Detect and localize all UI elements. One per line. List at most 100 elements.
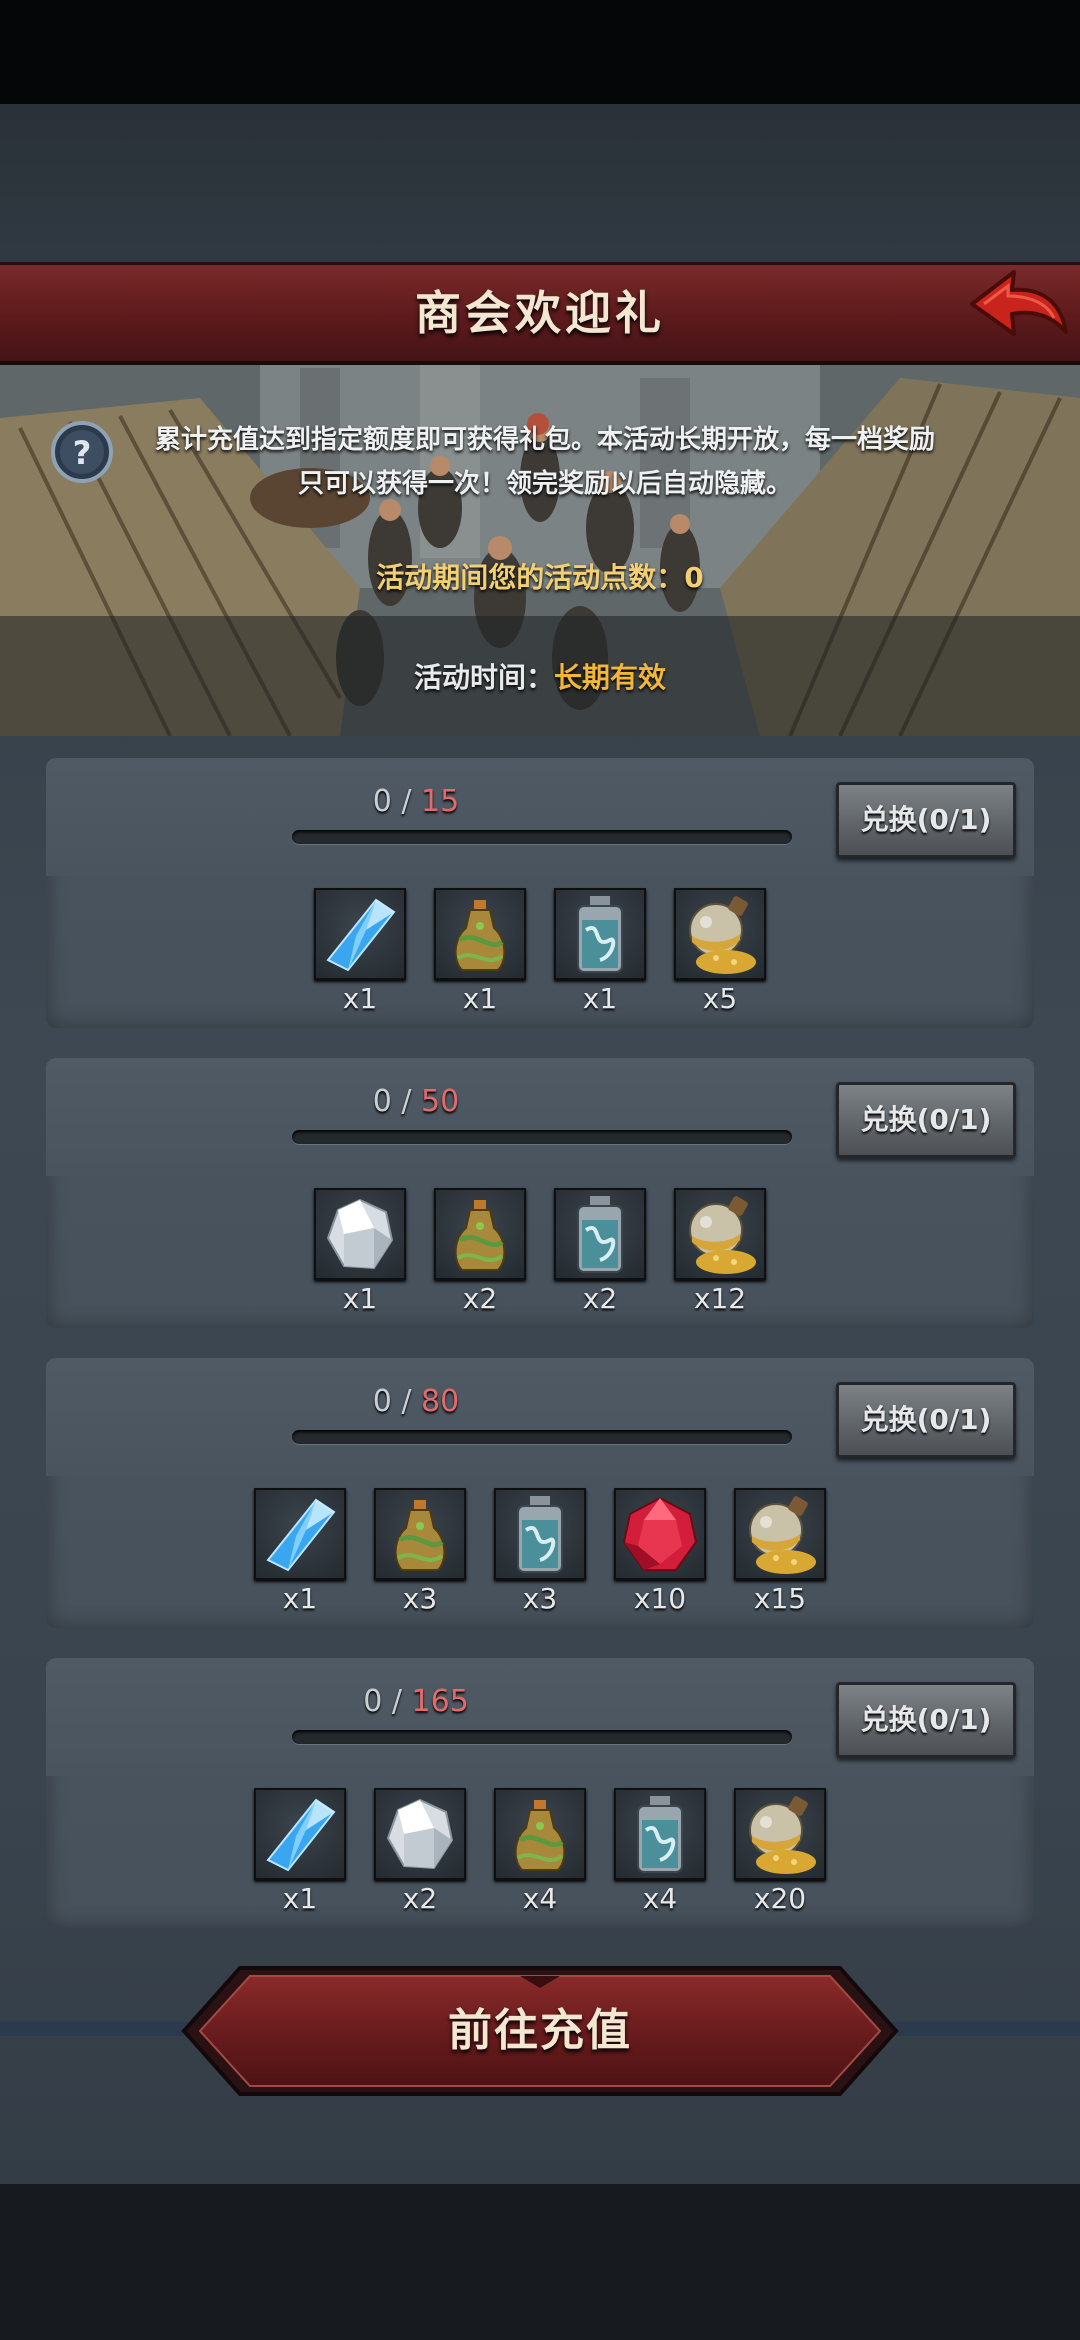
reward-item[interactable]: x5	[674, 888, 766, 1018]
reward-item-quantity: x1	[342, 982, 378, 1015]
tier-progress-text: 0 / 165	[246, 1684, 586, 1719]
top-bar	[0, 0, 1080, 104]
period-label: 活动时间：	[413, 661, 554, 694]
tier-goal-points: 50	[421, 1084, 460, 1119]
svg-text:?: ?	[73, 434, 92, 472]
tier-separator: /	[401, 1384, 412, 1419]
reward-item-quantity: x1	[342, 1282, 378, 1315]
tier-current-points: 0	[372, 1384, 392, 1419]
tier-progress-text: 0 / 50	[246, 1084, 586, 1119]
tier-goal-points: 80	[421, 1384, 460, 1419]
back-button[interactable]	[968, 266, 1068, 346]
silver-flask-icon	[554, 888, 646, 980]
gold-powder-flask-icon	[734, 1788, 826, 1880]
exchange-button[interactable]: 兑换(0/1)	[836, 1382, 1016, 1458]
herb-bottle-icon	[494, 1788, 586, 1880]
reward-item-quantity: x10	[633, 1582, 687, 1615]
reward-item-quantity: x20	[753, 1882, 807, 1915]
silver-flask-icon	[554, 1188, 646, 1280]
gold-powder-flask-icon	[674, 888, 766, 980]
reward-item[interactable]: x1	[254, 1488, 346, 1618]
reward-item-quantity: x5	[702, 982, 738, 1015]
bottom-bar	[0, 2184, 1080, 2340]
points-value: 0	[684, 561, 704, 594]
reward-item-quantity: x3	[402, 1582, 438, 1615]
period-value: 长期有效	[554, 661, 667, 694]
reward-item-quantity: x4	[522, 1882, 558, 1915]
tier-progress-bar	[292, 830, 792, 844]
reward-item[interactable]: x20	[734, 1788, 826, 1918]
reward-item[interactable]: x4	[494, 1788, 586, 1918]
tier-current-points: 0	[363, 1684, 383, 1719]
white-crystal-icon	[374, 1788, 466, 1880]
reward-item-quantity: x3	[522, 1582, 558, 1615]
recharge-button[interactable]	[180, 1962, 900, 2100]
reward-item[interactable]: x1	[314, 888, 406, 1018]
help-icon[interactable]: ?	[50, 420, 114, 484]
red-gem-icon	[614, 1488, 706, 1580]
points-label: 活动期间您的活动点数：	[376, 561, 685, 594]
exchange-button[interactable]: 兑换(0/1)	[836, 1082, 1016, 1158]
silver-flask-icon	[614, 1788, 706, 1880]
white-crystal-icon	[314, 1188, 406, 1280]
back-arrow-icon	[970, 270, 1068, 336]
tier-separator: /	[391, 1684, 402, 1719]
description-line-2: 只可以获得一次！领完奖励以后自动隐藏。	[297, 469, 792, 499]
reward-item[interactable]: x2	[554, 1188, 646, 1318]
reward-item[interactable]: x2	[374, 1788, 466, 1918]
tier-reward-items: x1 x3 x3 x10 x15	[46, 1488, 1034, 1618]
reward-item-quantity: x2	[462, 1282, 498, 1315]
gold-powder-flask-icon	[674, 1188, 766, 1280]
reward-tier: 0 / 80 兑换(0/1) x1 x3 x3 x10 x15	[46, 1358, 1034, 1628]
reward-item-quantity: x2	[402, 1882, 438, 1915]
reward-item[interactable]: x10	[614, 1488, 706, 1618]
herb-bottle-icon	[374, 1488, 466, 1580]
tier-progress-text: 0 / 15	[246, 784, 586, 819]
reward-item[interactable]: x1	[434, 888, 526, 1018]
reward-item[interactable]: x1	[254, 1788, 346, 1918]
reward-item[interactable]: x2	[434, 1188, 526, 1318]
tier-separator: /	[401, 784, 412, 819]
title-banner: 商会欢迎礼	[0, 262, 1080, 365]
reward-item[interactable]: x1	[554, 888, 646, 1018]
tier-reward-items: x1 x2 x2 x12	[46, 1188, 1034, 1318]
event-description: 累计充值达到指定额度即可获得礼包。本活动长期开放，每一档奖励 只可以获得一次！领…	[120, 418, 970, 506]
reward-item-quantity: x1	[582, 982, 618, 1015]
reward-item-quantity: x1	[282, 1582, 318, 1615]
reward-item[interactable]: x3	[494, 1488, 586, 1618]
blue-crystal-icon	[314, 888, 406, 980]
reward-item[interactable]: x15	[734, 1488, 826, 1618]
exchange-button[interactable]: 兑换(0/1)	[836, 1682, 1016, 1758]
blue-crystal-icon	[254, 1488, 346, 1580]
reward-tier: 0 / 50 兑换(0/1) x1 x2 x2 x12	[46, 1058, 1034, 1328]
tier-current-points: 0	[372, 1084, 392, 1119]
reward-item-quantity: x1	[282, 1882, 318, 1915]
reward-item[interactable]: x1	[314, 1188, 406, 1318]
reward-tier: 0 / 165 兑换(0/1) x1 x2 x4 x4 x20	[46, 1658, 1034, 1928]
tier-separator: /	[401, 1084, 412, 1119]
reward-item[interactable]: x4	[614, 1788, 706, 1918]
exchange-button[interactable]: 兑换(0/1)	[836, 782, 1016, 858]
tier-progress-bar	[292, 1730, 792, 1744]
tier-reward-items: x1 x1 x1 x5	[46, 888, 1034, 1018]
tier-progress-bar	[292, 1430, 792, 1444]
herb-bottle-icon	[434, 888, 526, 980]
activity-points: 活动期间您的活动点数：0	[0, 556, 1080, 596]
reward-tier: 0 / 15 兑换(0/1) x1 x1 x1 x5	[46, 758, 1034, 1028]
reward-item-quantity: x15	[753, 1582, 807, 1615]
tier-progress-text: 0 / 80	[246, 1384, 586, 1419]
reward-item-quantity: x1	[462, 982, 498, 1015]
tier-goal-points: 15	[421, 784, 460, 819]
page-title: 商会欢迎礼	[415, 286, 665, 340]
silver-flask-icon	[494, 1488, 586, 1580]
blue-crystal-icon	[254, 1788, 346, 1880]
description-line-1: 累计充值达到指定额度即可获得礼包。本活动长期开放，每一档奖励	[154, 425, 935, 455]
tier-progress-bar	[292, 1130, 792, 1144]
herb-bottle-icon	[434, 1188, 526, 1280]
tier-reward-items: x1 x2 x4 x4 x20	[46, 1788, 1034, 1918]
reward-item-quantity: x2	[582, 1282, 618, 1315]
reward-item-quantity: x4	[642, 1882, 678, 1915]
reward-item[interactable]: x12	[674, 1188, 766, 1318]
reward-item[interactable]: x3	[374, 1488, 466, 1618]
tier-goal-points: 165	[411, 1684, 469, 1719]
